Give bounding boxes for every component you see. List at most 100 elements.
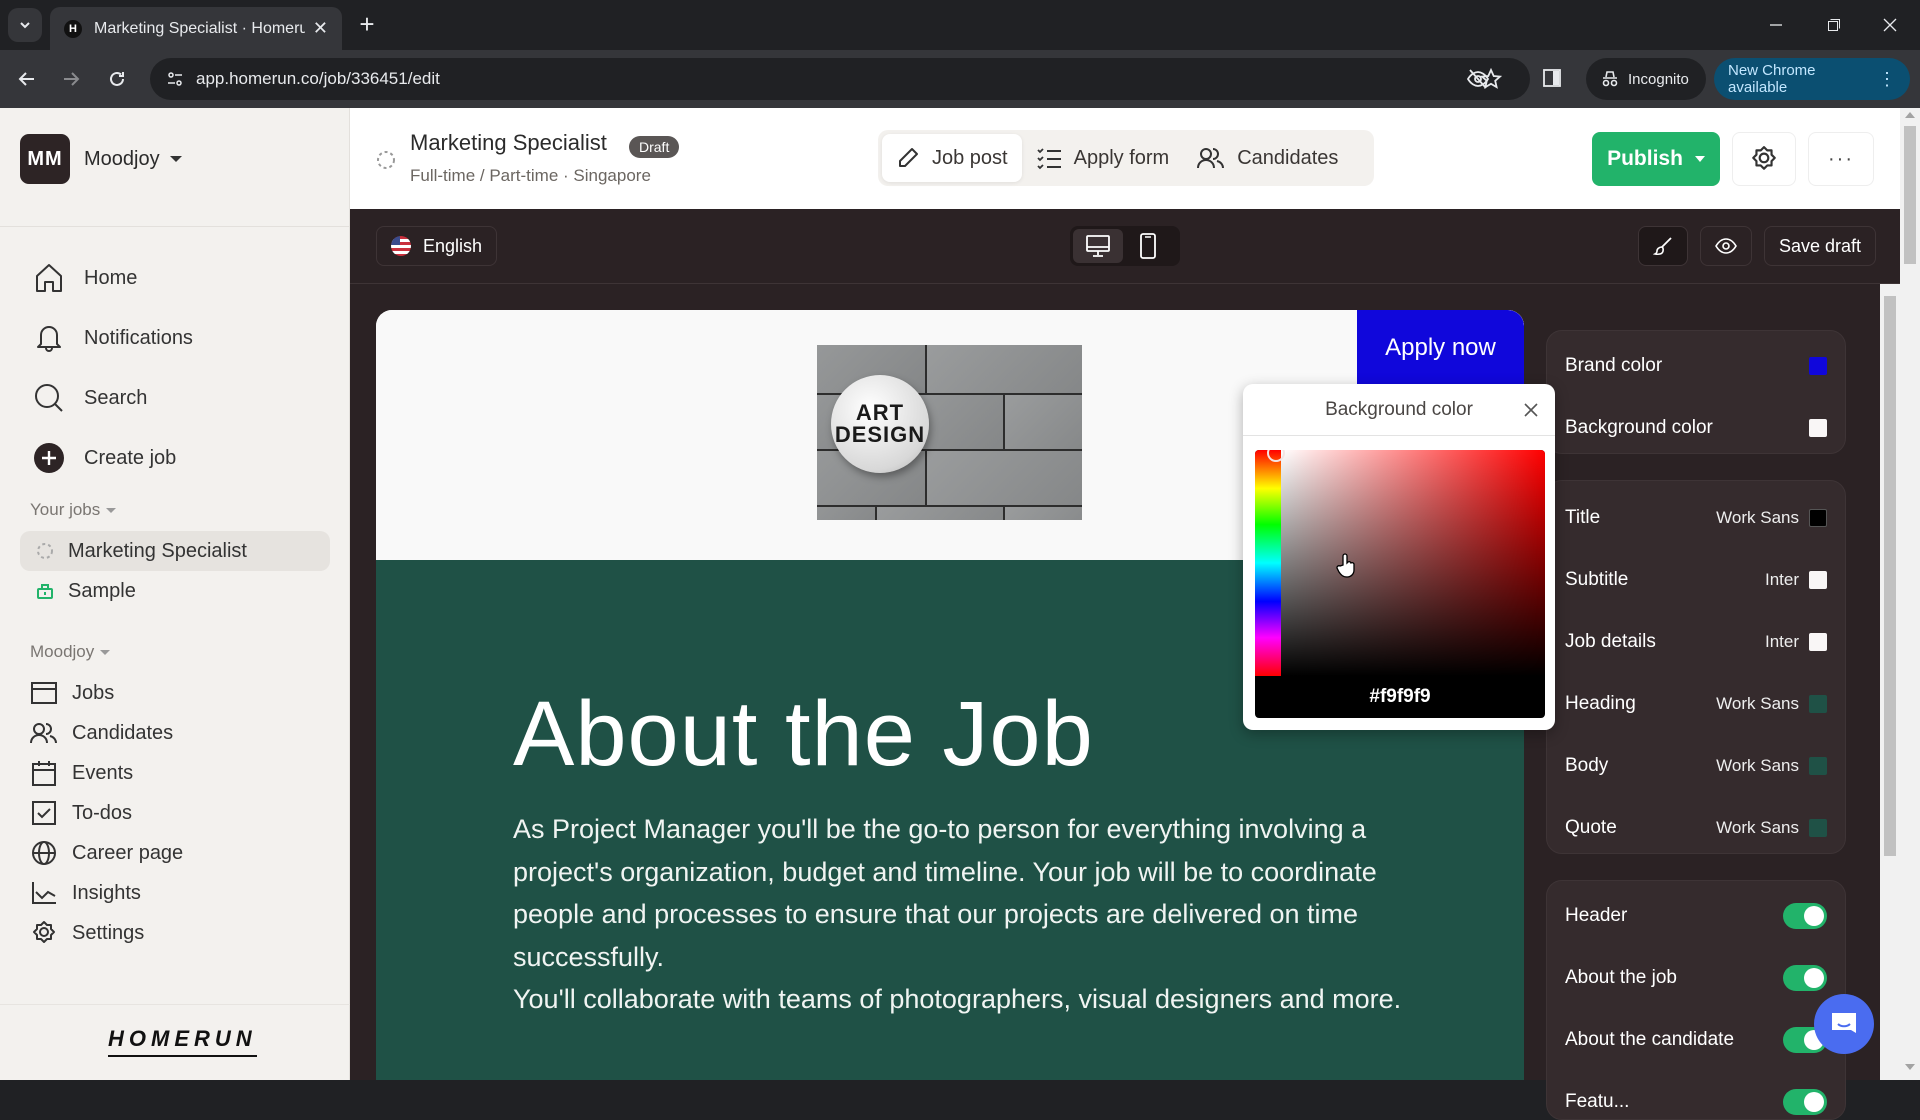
tab-close-icon[interactable]: ✕ (313, 18, 328, 39)
editor-scrollbar[interactable] (1880, 284, 1900, 1080)
address-input[interactable]: app.homerun.co/job/336451/edit (150, 58, 1530, 100)
language-select[interactable]: English (376, 226, 498, 266)
incognito-indicator[interactable]: Incognito (1586, 58, 1706, 100)
sidebar-item-settings[interactable]: Settings (30, 916, 144, 950)
restore-icon (1828, 19, 1840, 31)
org-section-toggle[interactable]: Moodjoy (30, 642, 111, 662)
new-tab-button[interactable]: + (354, 11, 380, 38)
scrollbar-thumb[interactable] (1904, 126, 1916, 264)
chrome-update-button[interactable]: New Chrome available ⋮ (1714, 58, 1910, 100)
close-window-button[interactable] (1876, 12, 1904, 38)
publish-button[interactable]: Publish (1592, 132, 1720, 186)
section-row-header: Header (1565, 901, 1827, 931)
back-button[interactable] (12, 64, 42, 94)
hue-slider[interactable] (1255, 450, 1281, 676)
background-color-picker: Background color #f9f9f9 (1243, 384, 1555, 730)
row-label: Quote (1565, 817, 1617, 838)
tab-job-post[interactable]: Job post (882, 134, 1022, 182)
sidebar-item-candidates[interactable]: Candidates (30, 716, 173, 750)
caret-down-icon (1694, 156, 1705, 162)
publish-label: Publish (1607, 147, 1683, 170)
about-job-toggle[interactable] (1783, 965, 1827, 991)
color-swatch[interactable] (1809, 571, 1827, 589)
bookmark-button[interactable] (1480, 68, 1502, 90)
sidebar-item-label: To-dos (72, 801, 133, 824)
tab-apply-form[interactable]: Apply form (1022, 134, 1184, 182)
background-color-row[interactable]: Background color (1565, 413, 1827, 443)
sidebar-item-search[interactable]: Search (32, 378, 147, 418)
color-swatch[interactable] (1809, 757, 1827, 775)
sidebar-item-events[interactable]: Events (30, 756, 133, 790)
browser-tab[interactable]: H Marketing Specialist · Homerun ✕ (50, 7, 342, 50)
device-toggle (1070, 226, 1180, 266)
sidebar-item-todos[interactable]: To-dos (30, 796, 132, 830)
typography-row-body[interactable]: Body Work Sans (1565, 751, 1827, 781)
typography-row-heading[interactable]: Heading Work Sans (1565, 689, 1827, 719)
browser-window-icon (30, 679, 58, 707)
homerun-favicon-icon: H (64, 19, 82, 38)
side-panel-button[interactable] (1542, 68, 1562, 88)
sidebar-item-jobs[interactable]: Jobs (30, 676, 114, 710)
scrollbar-thumb[interactable] (1884, 296, 1896, 856)
sidebar: MM Moodjoy Home Notifications Search Cre… (0, 108, 350, 1080)
features-toggle[interactable] (1783, 1089, 1827, 1115)
color-swatch[interactable] (1809, 695, 1827, 713)
chart-line-icon (30, 879, 58, 907)
page-scrollbar[interactable] (1900, 108, 1920, 1080)
company-logo-image[interactable]: ART DESIGN (817, 345, 1082, 520)
forward-button[interactable] (56, 64, 86, 94)
background-color-swatch[interactable] (1809, 419, 1827, 437)
site-info-button[interactable] (160, 64, 190, 94)
sidebar-item-insights[interactable]: Insights (30, 876, 141, 910)
close-icon (1524, 403, 1538, 417)
style-brush-button[interactable] (1638, 226, 1688, 266)
workspace-switcher[interactable]: MM Moodjoy (20, 134, 182, 184)
font-name: Inter (1764, 570, 1799, 589)
section-label: Moodjoy (30, 642, 95, 661)
row-label: Title (1565, 507, 1601, 528)
tab-candidates[interactable]: Candidates (1183, 134, 1352, 182)
more-options-button[interactable]: ··· (1808, 132, 1874, 186)
font-name: Work Sans (1716, 818, 1799, 837)
color-swatch[interactable] (1809, 819, 1827, 837)
your-jobs-section-toggle[interactable]: Your jobs (30, 500, 117, 520)
support-chat-button[interactable] (1814, 994, 1874, 1054)
close-picker-button[interactable] (1519, 398, 1543, 422)
typography-row-quote[interactable]: Quote Work Sans (1565, 813, 1827, 843)
calendar-icon (30, 759, 58, 787)
color-swatch[interactable] (1809, 509, 1827, 527)
desktop-view-button[interactable] (1073, 229, 1123, 263)
preview-button[interactable] (1700, 226, 1752, 266)
typography-row-job-details[interactable]: Job details Inter (1565, 627, 1827, 657)
header-toggle[interactable] (1783, 903, 1827, 929)
sidebar-item-career-page[interactable]: Career page (30, 836, 183, 870)
mobile-view-button[interactable] (1123, 229, 1173, 263)
job-settings-button[interactable] (1732, 132, 1796, 186)
brand-color-row[interactable]: Brand color (1565, 351, 1827, 381)
sidebar-item-create-job[interactable]: Create job (32, 438, 176, 478)
hex-value[interactable]: #f9f9f9 (1255, 676, 1545, 718)
sidebar-job-sample[interactable]: Sample (20, 571, 330, 611)
row-label: About the candidate (1565, 1029, 1735, 1050)
reload-button[interactable] (102, 64, 132, 94)
color-swatch[interactable] (1809, 633, 1827, 651)
row-label: About the job (1565, 967, 1677, 988)
brand-color-swatch[interactable] (1809, 357, 1827, 375)
save-draft-button[interactable]: Save draft (1764, 226, 1876, 266)
sidebar-item-notifications[interactable]: Notifications (32, 318, 193, 358)
job-title[interactable]: Marketing Specialist (410, 130, 607, 156)
typography-row-subtitle[interactable]: Subtitle Inter (1565, 565, 1827, 595)
checklist-icon (1036, 148, 1061, 170)
scroll-down-icon[interactable] (1905, 1064, 1915, 1070)
saturation-value-field[interactable] (1281, 450, 1545, 676)
scroll-up-icon[interactable] (1905, 112, 1915, 118)
sidebar-item-home[interactable]: Home (32, 258, 137, 298)
homerun-logo[interactable]: HOMERUN (108, 1026, 257, 1057)
sidebar-job-marketing-specialist[interactable]: Marketing Specialist (20, 531, 330, 571)
typography-row-title[interactable]: Title Work Sans (1565, 503, 1827, 533)
minimize-button[interactable] (1762, 12, 1790, 38)
apply-now-button[interactable]: Apply now (1357, 310, 1524, 385)
restore-button[interactable] (1820, 12, 1848, 38)
tab-search-button[interactable] (8, 8, 42, 42)
search-icon (32, 381, 66, 415)
